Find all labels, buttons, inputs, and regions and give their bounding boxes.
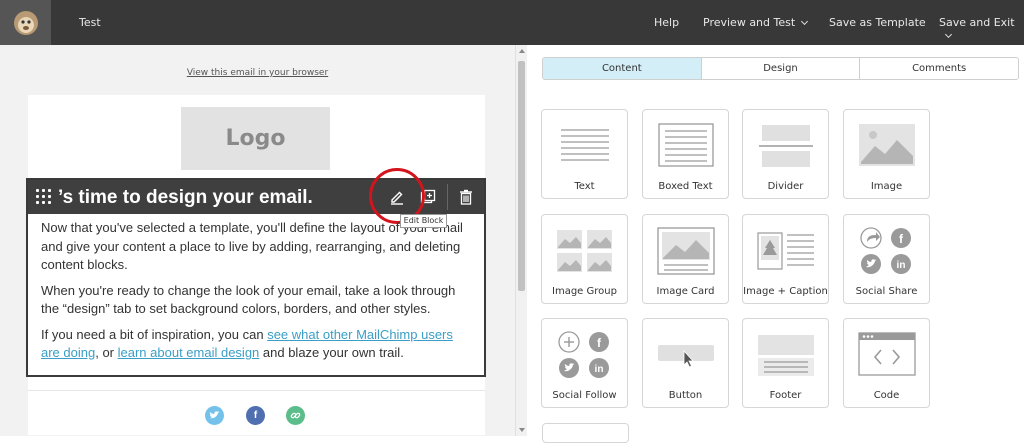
mailchimp-logo[interactable] xyxy=(0,0,51,45)
paragraph-design: When you're ready to change the look of … xyxy=(41,282,456,317)
preview-and-test-menu[interactable]: Preview and Test xyxy=(703,16,809,29)
paragraph-inspiration: If you need a bit of inspiration, you ca… xyxy=(41,326,453,361)
block-tile-social-share[interactable]: f in Social Share xyxy=(843,214,930,304)
block-text: Now that you've selected a template, you… xyxy=(41,219,471,370)
text-icon xyxy=(561,129,609,161)
block-tile-image-card[interactable]: Image Card xyxy=(642,214,729,304)
facebook-icon[interactable]: f xyxy=(246,406,265,425)
tile-label: Code xyxy=(873,390,900,401)
block-tile-image[interactable]: Image xyxy=(843,109,930,199)
button-icon xyxy=(658,345,714,368)
image-icon xyxy=(859,124,915,166)
chevron-down-icon xyxy=(801,17,809,26)
top-bar: Test Help Preview and Test Save as Templ… xyxy=(0,0,1024,45)
image-caption-icon xyxy=(757,232,814,270)
block-tile-button[interactable]: Button xyxy=(642,318,729,408)
block-tile-social-follow[interactable]: f in Social Follow xyxy=(541,318,628,408)
tab-design[interactable]: Design xyxy=(701,58,861,79)
divider xyxy=(28,390,485,391)
email-design-link[interactable]: learn about email design xyxy=(118,345,260,360)
scroll-thumb[interactable] xyxy=(518,61,525,291)
block-tile-image-group[interactable]: Image Group xyxy=(541,214,628,304)
block-heading: ’s time to design your email. xyxy=(58,187,313,208)
help-menu[interactable]: Help xyxy=(654,16,679,29)
tile-label: Image xyxy=(870,181,903,192)
tile-label: Footer xyxy=(769,390,802,401)
block-tile-boxed-text[interactable]: Boxed Text xyxy=(642,109,729,199)
delete-block-button[interactable] xyxy=(449,180,483,214)
chevron-down-icon xyxy=(944,30,953,39)
save-and-exit-menu[interactable]: Save and Exit xyxy=(939,16,1024,42)
save-as-template-button[interactable]: Save as Template xyxy=(829,16,926,29)
preview-and-test-label: Preview and Test xyxy=(703,16,796,29)
image-group-icon xyxy=(557,230,612,272)
text-content-block[interactable]: ’s time to design your email. Now that y… xyxy=(26,168,486,377)
tile-label: Divider xyxy=(767,181,804,192)
block-tile-footer[interactable]: Footer xyxy=(742,318,829,408)
email-preview-pane: View this email in your browser Logo ’s … xyxy=(0,45,515,436)
monkey-icon xyxy=(13,10,38,35)
divider-icon xyxy=(759,125,813,167)
panel-tabs: Content Design Comments xyxy=(542,57,1019,80)
tile-label: Social Follow xyxy=(552,390,617,401)
campaign-title: Test xyxy=(79,16,101,29)
scroll-up-icon[interactable] xyxy=(519,49,525,53)
footer-icon xyxy=(758,335,814,376)
block-tile-text[interactable]: Text xyxy=(541,109,628,199)
block-tile-image-caption[interactable]: Image + Caption xyxy=(742,214,829,304)
social-share-icon: f in xyxy=(860,227,911,274)
svg-text:in: in xyxy=(897,260,906,271)
twitter-icon[interactable] xyxy=(205,406,224,425)
edit-block-tooltip: Edit Block xyxy=(400,214,447,228)
block-tile-code[interactable]: Code xyxy=(843,318,930,408)
image-card-icon xyxy=(657,227,715,275)
block-tile-partial[interactable] xyxy=(542,423,629,443)
tile-label: Social Share xyxy=(855,286,918,297)
tile-label: Image Card xyxy=(656,286,715,297)
tab-comments[interactable]: Comments xyxy=(860,58,1018,79)
view-in-browser-link[interactable]: View this email in your browser xyxy=(0,68,515,78)
svg-text:in: in xyxy=(595,364,604,375)
tile-label: Boxed Text xyxy=(658,181,713,192)
tile-label: Image Group xyxy=(552,286,617,297)
boxed-text-icon xyxy=(658,123,714,167)
logo-placeholder[interactable]: Logo xyxy=(181,107,330,170)
trash-icon xyxy=(460,189,472,205)
drag-handle-icon[interactable] xyxy=(36,189,52,205)
content-panel: Content Design Comments Text Boxed Text … xyxy=(527,45,1024,443)
tile-label: Text xyxy=(574,181,595,192)
block-toolbar: ’s time to design your email. xyxy=(28,168,484,224)
tab-content[interactable]: Content xyxy=(543,58,702,79)
save-and-exit-label: Save and Exit xyxy=(939,16,1015,29)
tile-label: Image + Caption xyxy=(743,286,828,297)
block-tile-divider[interactable]: Divider xyxy=(742,109,829,199)
preview-scrollbar[interactable] xyxy=(515,45,527,436)
scroll-down-icon[interactable] xyxy=(519,428,525,432)
social-follow-icon: f in xyxy=(558,331,609,378)
tile-label: Button xyxy=(668,390,703,401)
toolbar-divider xyxy=(447,184,448,210)
link-icon[interactable] xyxy=(286,406,305,425)
code-icon xyxy=(858,332,916,376)
